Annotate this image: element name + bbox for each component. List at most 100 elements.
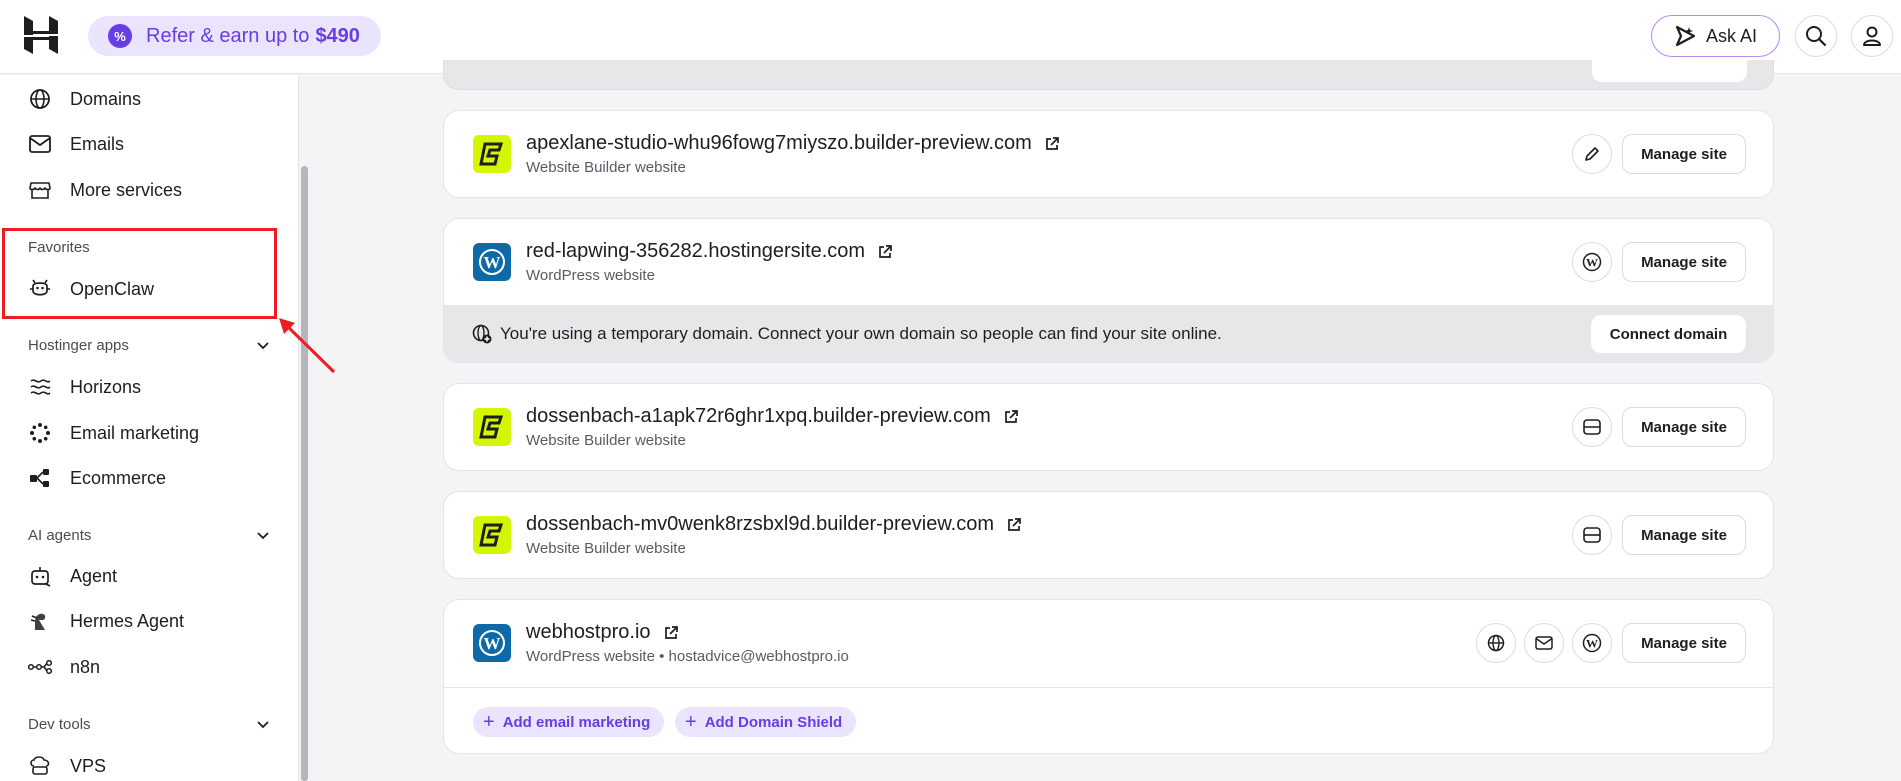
favorites-highlight-box <box>2 228 277 319</box>
sidebar-scrollbar-thumb[interactable] <box>301 166 308 781</box>
server-button[interactable] <box>1572 407 1612 447</box>
wordpress-logo-icon: W <box>473 624 511 662</box>
ai-agents-heading[interactable]: AI agents <box>28 527 270 544</box>
sidebar-item-emails[interactable]: Emails <box>28 124 278 164</box>
search-icon <box>1806 26 1827 47</box>
site-name[interactable]: apexlane-studio-whu96fowg7miyszo.builder… <box>526 132 1060 155</box>
external-link-icon[interactable] <box>663 625 679 641</box>
domain-button[interactable] <box>1476 623 1516 663</box>
site-name[interactable]: dossenbach-mv0wenk8rzsbxl9d.builder-prev… <box>526 513 1022 536</box>
wordpress-admin-button[interactable]: W <box>1572 242 1612 282</box>
server-icon <box>1583 419 1601 435</box>
wordpress-icon: W <box>1582 633 1602 653</box>
server-button[interactable] <box>1572 515 1612 555</box>
site-type: WordPress website • hostadvice@webhostpr… <box>526 648 849 665</box>
globe-icon <box>28 87 52 111</box>
horizons-icon <box>28 375 52 399</box>
site-row: W webhostpro.io WordPress website • host… <box>444 600 1773 686</box>
sidebar-item-hermes-agent[interactable]: Hermes Agent <box>28 601 278 641</box>
sidebar-item-label: Agent <box>70 565 118 586</box>
account-button[interactable] <box>1851 15 1893 57</box>
sidebar-item-label: VPS <box>70 755 107 776</box>
site-card: W red-lapwing-356282.hostingersite.com W… <box>443 218 1774 363</box>
globe-icon <box>1487 634 1505 652</box>
external-link-icon[interactable] <box>877 244 893 260</box>
email-marketing-icon <box>28 421 52 445</box>
site-name[interactable]: webhostpro.io <box>526 621 679 644</box>
sidebar-item-ecommerce[interactable]: Ecommerce <box>28 458 278 498</box>
svg-text:W: W <box>1586 256 1598 270</box>
svg-text:W: W <box>484 253 501 272</box>
site-card: dossenbach-a1apk72r6ghr1xpq.builder-prev… <box>443 383 1774 471</box>
connect-domain-button[interactable]: Connect domain <box>1591 315 1746 353</box>
n8n-icon <box>28 655 52 679</box>
add-email-marketing-button[interactable]: + Add email marketing <box>473 707 665 737</box>
site-row: dossenbach-mv0wenk8rzsbxl9d.builder-prev… <box>444 492 1773 578</box>
site-type: Website Builder website <box>526 432 686 449</box>
chevron-down-icon <box>257 341 269 349</box>
plus-icon: + <box>685 711 697 733</box>
website-builder-logo-icon <box>473 135 511 173</box>
ask-ai-button[interactable]: Ask AI <box>1651 15 1780 57</box>
store-icon <box>28 178 52 202</box>
site-row: apexlane-studio-whu96fowg7miyszo.builder… <box>444 111 1773 197</box>
refer-earn-banner[interactable]: % Refer & earn up to $490 <box>88 16 381 56</box>
external-link-icon[interactable] <box>1003 409 1019 425</box>
dev-tools-heading[interactable]: Dev tools <box>28 716 270 733</box>
website-builder-logo-icon <box>473 408 511 446</box>
manage-site-button[interactable]: Manage site <box>1622 242 1746 282</box>
svg-text:W: W <box>484 634 501 653</box>
site-name[interactable]: red-lapwing-356282.hostingersite.com <box>526 240 893 263</box>
edit-site-button[interactable] <box>1572 134 1612 174</box>
server-icon <box>1583 527 1601 543</box>
ask-ai-label: Ask AI <box>1705 25 1758 46</box>
sidebar: Domains Emails More services Favorites O… <box>0 75 299 781</box>
website-builder-logo-icon <box>473 516 511 554</box>
manage-site-button[interactable]: Manage site <box>1622 134 1746 174</box>
plus-icon: + <box>483 711 495 733</box>
sidebar-item-more-services[interactable]: More services <box>28 170 278 210</box>
chevron-down-icon <box>257 531 269 539</box>
external-link-icon[interactable] <box>1044 136 1060 152</box>
sidebar-item-domains[interactable]: Domains <box>28 79 278 119</box>
wordpress-icon: W <box>1582 252 1602 272</box>
site-row: dossenbach-a1apk72r6ghr1xpq.builder-prev… <box>444 384 1773 470</box>
sidebar-item-label: Email marketing <box>70 422 200 443</box>
previous-card-button[interactable] <box>1592 60 1747 82</box>
external-link-icon[interactable] <box>1006 517 1022 533</box>
sidebar-item-agent[interactable]: Agent <box>28 556 278 596</box>
user-icon <box>1863 26 1881 46</box>
wordpress-admin-button[interactable]: W <box>1572 623 1612 663</box>
site-row: W red-lapwing-356282.hostingersite.com W… <box>444 219 1773 305</box>
refer-text: Refer & earn up to <box>146 24 310 47</box>
cloud-server-icon <box>28 754 52 778</box>
site-name[interactable]: dossenbach-a1apk72r6ghr1xpq.builder-prev… <box>526 405 1019 428</box>
hostinger-logo[interactable] <box>24 16 58 54</box>
manage-site-button[interactable]: Manage site <box>1622 515 1746 555</box>
sidebar-item-email-marketing[interactable]: Email marketing <box>28 413 278 453</box>
site-card: dossenbach-mv0wenk8rzsbxl9d.builder-prev… <box>443 491 1774 579</box>
sidebar-item-vps[interactable]: VPS <box>28 746 278 781</box>
site-type: WordPress website <box>526 267 655 284</box>
previous-card-strip <box>443 60 1774 90</box>
sidebar-item-n8n[interactable]: n8n <box>28 647 278 687</box>
sidebar-item-horizons[interactable]: Horizons <box>28 367 278 407</box>
wordpress-logo-icon: W <box>473 243 511 281</box>
annotation-arrow-icon <box>279 318 336 374</box>
globe-plus-icon <box>472 324 492 344</box>
sidebar-item-label: Horizons <box>70 376 142 397</box>
manage-site-button[interactable]: Manage site <box>1622 623 1746 663</box>
manage-site-button[interactable]: Manage site <box>1622 407 1746 447</box>
sidebar-item-label: n8n <box>70 656 101 677</box>
chevron-down-icon <box>257 720 269 728</box>
sidebar-item-label: Domains <box>70 88 142 109</box>
sparkle-icon <box>1675 25 1696 47</box>
site-type: Website Builder website <box>526 159 686 176</box>
add-domain-shield-button[interactable]: + Add Domain Shield <box>675 707 857 737</box>
pencil-icon <box>1585 147 1599 161</box>
notice-text: You're using a temporary domain. Connect… <box>500 324 1222 343</box>
sidebar-item-label: Ecommerce <box>70 467 167 488</box>
hostinger-apps-heading[interactable]: Hostinger apps <box>28 337 270 354</box>
email-button[interactable] <box>1524 623 1564 663</box>
search-button[interactable] <box>1795 15 1837 57</box>
